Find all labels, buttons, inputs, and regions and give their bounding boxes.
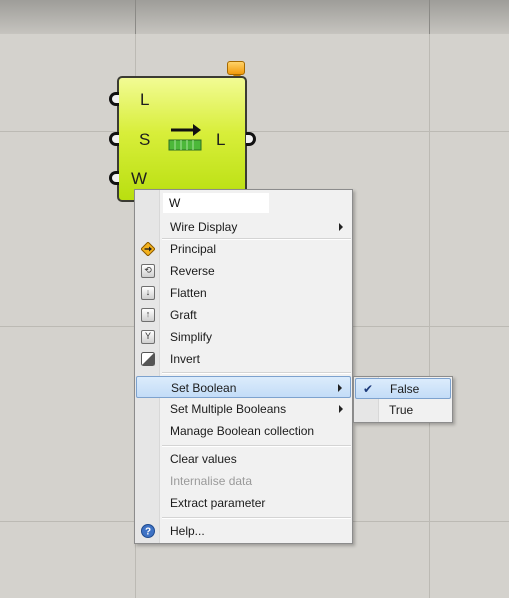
menu-item-label: Set Boolean xyxy=(171,381,237,395)
menu-separator xyxy=(162,372,351,374)
input-port-w[interactable] xyxy=(109,171,119,185)
menu-separator xyxy=(162,517,351,519)
parameter-name-field[interactable] xyxy=(163,193,269,213)
warning-flag-icon[interactable] xyxy=(227,61,245,80)
menu-item-clear-values[interactable]: Clear values xyxy=(136,448,351,470)
submenu-arrow-icon xyxy=(338,384,342,392)
menu-item-set-boolean[interactable]: Set Boolean xyxy=(136,376,351,398)
menu-item-label: Wire Display xyxy=(170,220,238,234)
menu-item-label: Extract parameter xyxy=(170,496,266,510)
input-label-s: S xyxy=(139,130,151,149)
menu-item-invert[interactable]: Invert xyxy=(136,348,351,370)
menu-item-label: Graft xyxy=(170,308,197,322)
menu-item-internalise-data: Internalise data xyxy=(136,470,351,492)
checkmark-icon: ✔ xyxy=(363,382,374,396)
menu-item-wire-display[interactable]: Wire Display xyxy=(136,216,351,238)
context-menu: Wire Display Principal ⟲ Reverse ↓ Flatt… xyxy=(134,189,353,544)
menu-separator xyxy=(162,445,351,447)
menu-item-label: Internalise data xyxy=(170,474,253,488)
menu-item-label: Help... xyxy=(170,524,205,538)
menu-item-flatten[interactable]: ↓ Flatten xyxy=(136,282,351,304)
grid-line xyxy=(429,34,430,598)
grid-line xyxy=(0,131,509,132)
menu-item-extract-parameter[interactable]: Extract parameter xyxy=(136,492,351,514)
reverse-icon: ⟲ xyxy=(141,264,155,278)
graft-icon: ↑ xyxy=(141,308,155,322)
menu-item-label: Flatten xyxy=(170,286,207,300)
help-icon: ? xyxy=(141,524,155,538)
menu-item-label: Principal xyxy=(170,242,217,256)
input-label-l: L xyxy=(140,90,150,109)
output-label-l: L xyxy=(216,130,226,149)
principal-icon xyxy=(141,242,155,256)
submenu-item-label: False xyxy=(390,382,420,396)
menu-item-label: Manage Boolean collection xyxy=(170,424,315,438)
svg-text:?: ? xyxy=(145,527,151,538)
menu-item-label: Set Multiple Booleans xyxy=(170,402,287,416)
submenu-arrow-icon xyxy=(339,223,343,231)
shift-list-icon xyxy=(168,124,202,151)
simplify-icon: Y xyxy=(141,330,155,344)
menu-item-simplify[interactable]: Y Simplify xyxy=(136,326,351,348)
menu-item-label: Invert xyxy=(170,352,201,366)
submenu-item-true[interactable]: True xyxy=(355,400,451,421)
canvas-topbar xyxy=(0,0,509,34)
menu-item-help[interactable]: ? Help... xyxy=(136,520,351,542)
menu-item-manage-boolean-collection[interactable]: Manage Boolean collection xyxy=(136,420,351,442)
menu-item-graft[interactable]: ↑ Graft xyxy=(136,304,351,326)
input-label-w: W xyxy=(131,169,148,188)
menu-item-reverse[interactable]: ⟲ Reverse xyxy=(136,260,351,282)
menu-item-principal[interactable]: Principal xyxy=(136,238,351,260)
input-port-l[interactable] xyxy=(109,92,119,106)
invert-icon xyxy=(141,352,155,366)
topbar-grid-line xyxy=(135,0,136,34)
submenu-item-label: True xyxy=(389,403,414,417)
set-boolean-submenu: ✔ False True xyxy=(353,376,453,423)
submenu-item-false[interactable]: ✔ False xyxy=(355,378,451,399)
menu-item-label: Simplify xyxy=(170,330,213,344)
topbar-grid-line xyxy=(429,0,430,34)
flatten-icon: ↓ xyxy=(141,286,155,300)
input-port-s[interactable] xyxy=(109,132,119,146)
submenu-arrow-icon xyxy=(339,405,343,413)
menu-item-label: Clear values xyxy=(170,452,237,466)
menu-item-label: Reverse xyxy=(170,264,215,278)
menu-item-set-multiple-booleans[interactable]: Set Multiple Booleans xyxy=(136,398,351,420)
